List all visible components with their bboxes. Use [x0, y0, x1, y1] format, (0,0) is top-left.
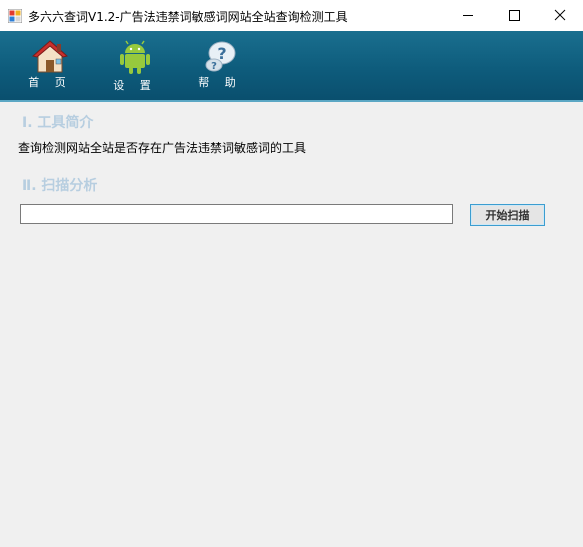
section-title-scan: Ⅱ. 扫描分析	[22, 178, 98, 194]
android-icon	[120, 40, 150, 74]
close-button[interactable]	[537, 0, 583, 31]
app-icon	[8, 9, 22, 23]
minimize-button[interactable]	[445, 0, 491, 31]
start-scan-button[interactable]: 开始扫描	[470, 204, 545, 226]
maximize-icon	[509, 10, 520, 21]
minimize-icon	[463, 15, 473, 16]
url-input[interactable]	[20, 204, 453, 224]
toolbar-home-button[interactable]: 首 页	[15, 31, 85, 100]
toolbar-help-button[interactable]: ? ? 帮 助	[185, 31, 255, 100]
close-icon	[554, 9, 566, 21]
help-icon: ? ?	[205, 41, 236, 72]
toolbar-settings-button[interactable]: 设 置	[100, 31, 170, 100]
maximize-button[interactable]	[491, 0, 537, 31]
title-bar: 多六六查词V1.2-广告法违禁词敏感词网站全站查询检测工具	[0, 0, 583, 31]
svg-text:?: ?	[211, 61, 217, 72]
toolbar-help-label: 帮 助	[198, 76, 242, 89]
toolbar-settings-label: 设 置	[113, 79, 157, 92]
toolbar-home-label: 首 页	[28, 76, 72, 89]
main-toolbar: 首 页 设 置 ? ? 帮 助	[0, 31, 583, 102]
section-title-intro: Ⅰ. 工具简介	[22, 115, 94, 131]
tool-description: 查询检测网站全站是否存在广告法违禁词敏感词的工具	[18, 141, 307, 155]
window-title: 多六六查词V1.2-广告法违禁词敏感词网站全站查询检测工具	[28, 10, 348, 24]
home-icon	[32, 40, 68, 73]
